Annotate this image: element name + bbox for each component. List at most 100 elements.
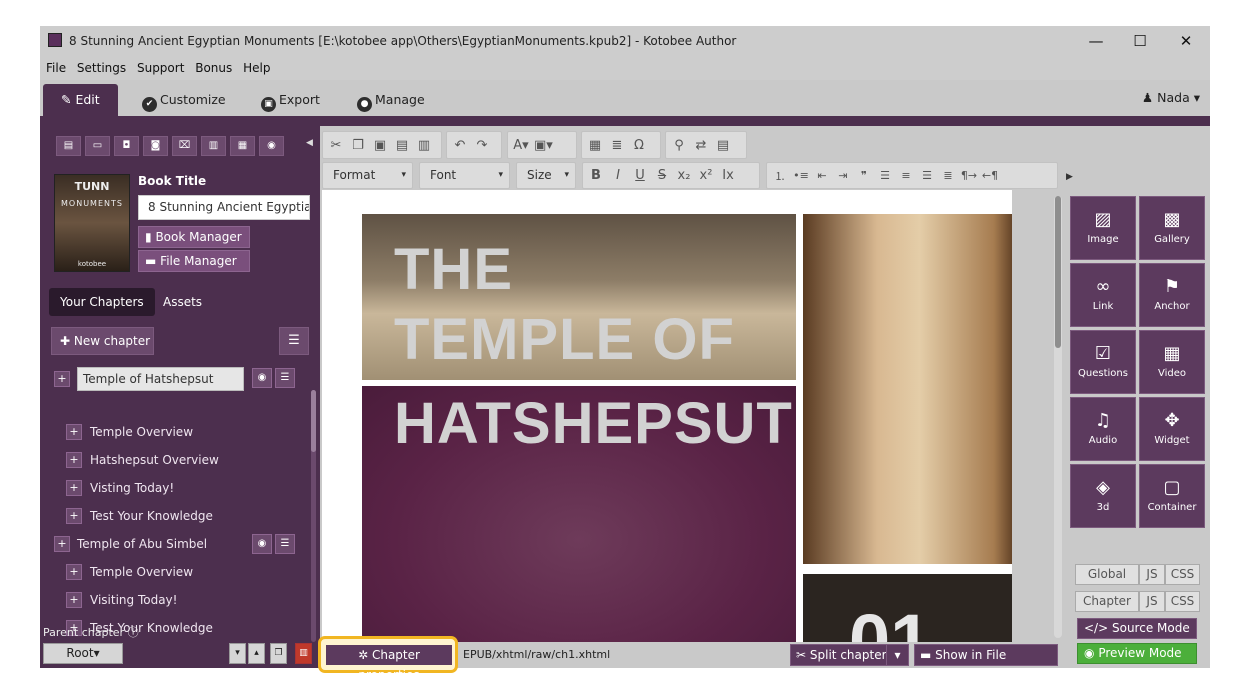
widget-image[interactable]: ▨ Image [1070, 196, 1136, 260]
widget-audio[interactable]: ♫ Audio [1070, 397, 1136, 461]
chapter-list-scrollbar[interactable] [311, 390, 316, 642]
undo-icon[interactable]: ↶ [451, 138, 469, 153]
eye-icon[interactable]: ◉ [252, 368, 272, 388]
horizontal-rule-icon[interactable]: ≣ [608, 138, 626, 153]
parent-chapter-select[interactable]: Root▾ [43, 643, 123, 664]
paste-word-icon[interactable]: ▥ [415, 138, 433, 153]
tab-export[interactable]: ▣ Export [261, 84, 320, 116]
chapter-item[interactable]: Hatshepsut Overview [90, 449, 219, 471]
chapter-item-selected[interactable]: Temple of Hatshepsut [77, 367, 244, 391]
add-subchapter-button[interactable]: + [66, 480, 82, 496]
chapter-item[interactable]: Test Your Knowledge [90, 505, 213, 527]
search-icon[interactable]: ⚲ [670, 138, 688, 153]
numbered-list-icon[interactable]: ⒈ [771, 168, 789, 184]
subscript-icon[interactable]: x₂ [675, 168, 693, 183]
info-icon[interactable]: ⓘ [128, 626, 139, 639]
italic-icon[interactable]: I [609, 168, 627, 183]
widget-gallery[interactable]: ▩ Gallery [1139, 196, 1205, 260]
canvas-scrollbar[interactable] [1054, 196, 1062, 638]
menu-file[interactable]: File [46, 56, 66, 80]
indent-icon[interactable]: ⇥ [834, 169, 852, 182]
chapter-css-button[interactable]: CSS [1165, 591, 1200, 612]
open-folder-icon[interactable]: ▭ [85, 136, 110, 156]
word-icon[interactable]: ▦ [230, 136, 255, 156]
tab-manage[interactable]: ● Manage [357, 84, 425, 116]
chapter-properties-button[interactable]: ✲ Chapter properties [326, 645, 452, 682]
toolbar-expand-icon[interactable]: ▶ [1066, 172, 1073, 182]
eye-icon[interactable]: ◉ [252, 534, 272, 554]
blockquote-icon[interactable]: ❞ [855, 169, 873, 182]
menu-support[interactable]: Support [137, 56, 184, 80]
outdent-icon[interactable]: ⇤ [813, 169, 831, 182]
chapter-item[interactable]: Temple of Abu Simbel [77, 533, 207, 555]
paste-text-icon[interactable]: ▤ [393, 138, 411, 153]
chapter-item[interactable]: Visiting Today! [90, 589, 177, 611]
list-icon[interactable]: ☰ [275, 368, 295, 388]
chevron-down-icon[interactable]: ▾ [886, 645, 908, 665]
heading-line-2[interactable]: TEMPLE OF [394, 306, 735, 373]
add-subchapter-button[interactable]: + [66, 508, 82, 524]
list-icon[interactable]: ☰ [275, 534, 295, 554]
pdf-icon[interactable]: ⌧ [172, 136, 197, 156]
new-file-icon[interactable]: ▤ [56, 136, 81, 156]
widget-3d[interactable]: ◈ 3d [1070, 464, 1136, 528]
expand-chapter-button[interactable]: + [54, 371, 70, 387]
font-dropdown[interactable]: Font [419, 162, 510, 189]
book-manager-button[interactable]: ▮ Book Manager [138, 226, 250, 248]
bold-icon[interactable]: B [587, 168, 605, 183]
global-css-button[interactable]: CSS [1165, 564, 1200, 585]
copy-icon[interactable]: ❐ [349, 138, 367, 153]
size-dropdown[interactable]: Size [516, 162, 576, 189]
doc-icon[interactable]: ▥ [201, 136, 226, 156]
align-center-icon[interactable]: ≡ [897, 169, 915, 182]
underline-icon[interactable]: U [631, 168, 649, 183]
save-as-icon[interactable]: ◙ [143, 136, 168, 156]
minimize-button[interactable]: — [1076, 30, 1116, 52]
format-dropdown[interactable]: Format [322, 162, 413, 189]
save-icon[interactable]: ◘ [114, 136, 139, 156]
maximize-button[interactable]: ☐ [1120, 30, 1160, 52]
show-in-file-manager-button[interactable]: ▬ Show in File Manager [914, 644, 1058, 682]
bullet-list-icon[interactable]: •≡ [792, 169, 810, 182]
book-cover[interactable]: TUNN MONUMENTS kotobee [54, 174, 130, 272]
chapter-item[interactable]: Temple Overview [90, 421, 193, 443]
bg-color-icon[interactable]: ▣▾ [534, 138, 553, 153]
chapter-item[interactable]: Temple Overview [90, 561, 193, 583]
close-button[interactable]: ✕ [1166, 30, 1206, 52]
superscript-icon[interactable]: x² [697, 168, 715, 183]
chapter-js-button[interactable]: JS [1139, 591, 1165, 612]
new-chapter-button[interactable]: ✚ New chapter [51, 327, 154, 355]
replace-icon[interactable]: ⇄ [692, 138, 710, 153]
tab-customize[interactable]: ✔ Customize [142, 84, 226, 116]
source-mode-button[interactable]: </> Source Mode [1077, 618, 1197, 639]
menu-bonus[interactable]: Bonus [195, 56, 232, 80]
user-menu[interactable]: ♟ Nada ▾ [1142, 90, 1200, 105]
statue-image[interactable] [803, 214, 1012, 564]
justify-icon[interactable]: ≣ [939, 169, 957, 182]
widget-widget[interactable]: ✥ Widget [1139, 397, 1205, 461]
split-chapter-button[interactable]: ✂ Split chapter ▾ [790, 644, 909, 666]
paste-icon[interactable]: ▣ [371, 138, 389, 153]
strikethrough-icon[interactable]: S [653, 168, 671, 183]
chapter-item[interactable]: Visting Today! [90, 477, 174, 499]
heading-line-1[interactable]: THE [394, 236, 513, 303]
expand-chapter-button[interactable]: + [54, 536, 70, 552]
redo-icon[interactable]: ↷ [473, 138, 491, 153]
chapter-number-image[interactable]: 01 [803, 574, 1012, 642]
comment-icon[interactable]: ▤ [714, 138, 732, 153]
preview-mode-button[interactable]: ◉ Preview Mode [1077, 643, 1197, 664]
table-icon[interactable]: ▦ [586, 138, 604, 153]
widget-container[interactable]: ▢ Container [1139, 464, 1205, 528]
text-color-icon[interactable]: A▾ [512, 138, 530, 153]
globe-icon[interactable]: ◉ [259, 136, 284, 156]
tab-assets[interactable]: Assets [152, 288, 213, 316]
add-subchapter-button[interactable]: + [66, 592, 82, 608]
rtl-icon[interactable]: ←¶ [981, 169, 999, 182]
add-subchapter-button[interactable]: + [66, 452, 82, 468]
file-manager-button[interactable]: ▬ File Manager [138, 250, 250, 272]
align-right-icon[interactable]: ☰ [918, 169, 936, 182]
ltr-icon[interactable]: ¶→ [960, 169, 978, 182]
cut-icon[interactable]: ✂ [327, 138, 345, 153]
move-down-button[interactable]: ▾ [229, 643, 246, 664]
align-left-icon[interactable]: ☰ [876, 169, 894, 182]
